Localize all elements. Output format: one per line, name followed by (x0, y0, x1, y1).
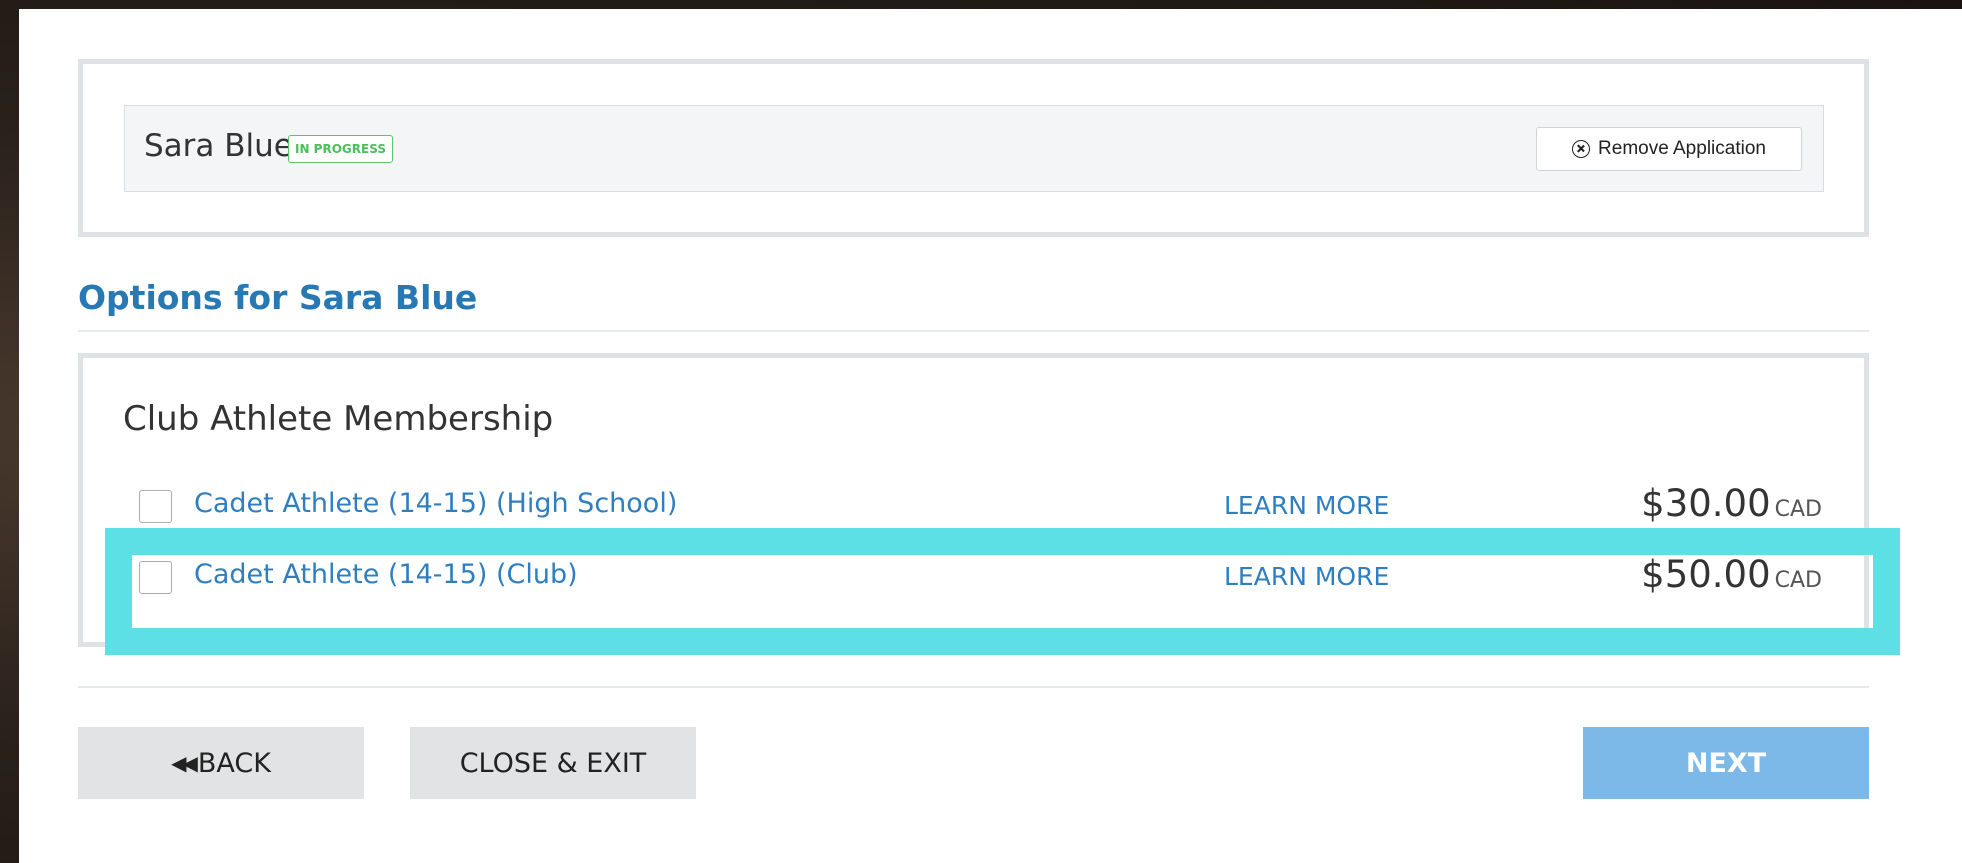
learn-more-link-high-school[interactable]: LEARN MORE (1224, 490, 1389, 522)
next-button[interactable]: NEXT (1583, 727, 1869, 799)
status-badge: IN PROGRESS (288, 135, 393, 163)
close-exit-button[interactable]: CLOSE & EXIT (410, 727, 696, 799)
close-exit-label: CLOSE & EXIT (459, 747, 647, 779)
next-button-label: NEXT (1685, 747, 1767, 779)
back-button-label: BACK (197, 747, 271, 779)
back-button[interactable]: ◀◀ BACK (78, 727, 364, 799)
option-label-high-school[interactable]: Cadet Athlete (14-15) (High School) (194, 487, 677, 521)
membership-group-title: Club Athlete Membership (123, 399, 554, 439)
circle-x-icon (1572, 140, 1591, 158)
remove-application-button[interactable]: Remove Application (1536, 127, 1802, 171)
highlight-frame (105, 528, 1900, 655)
price-currency: CAD (1774, 497, 1822, 522)
price-amount: $30.00 (1641, 482, 1771, 525)
double-chevron-left-icon: ◀◀ (171, 751, 198, 775)
remove-application-label: Remove Application (1598, 138, 1766, 159)
footer-divider (78, 686, 1869, 688)
price-high-school: $30.00 CAD (1641, 482, 1822, 532)
applicant-name: Sara Blue (144, 128, 293, 164)
options-section-title: Options for Sara Blue (78, 278, 478, 317)
option-checkbox-high-school[interactable] (139, 490, 172, 523)
section-divider (78, 330, 1869, 332)
